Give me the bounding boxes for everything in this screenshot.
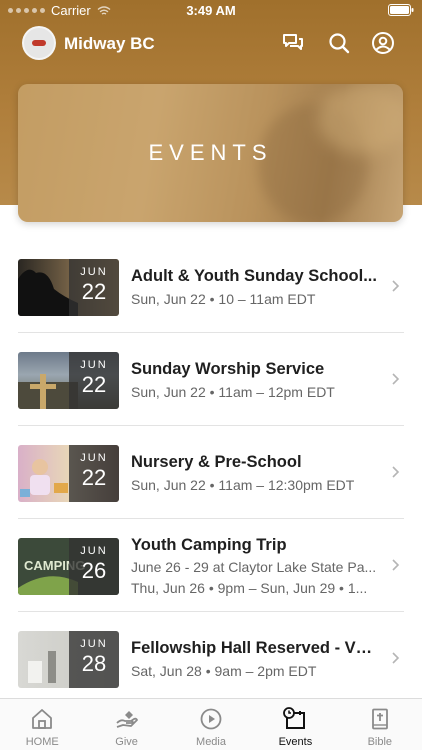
event-location: June 26 - 29 at Claytor Lake State Pa... — [131, 559, 377, 575]
tab-bar: HOME Give Media Events Bible — [0, 698, 422, 750]
logo-mark — [32, 40, 46, 46]
date-day: 22 — [81, 279, 107, 304]
tab-media[interactable]: Media — [169, 699, 253, 750]
date-month: JUN — [80, 452, 108, 464]
chat-icon[interactable] — [281, 31, 305, 55]
date-month: JUN — [80, 545, 108, 557]
church-logo-avatar[interactable] — [22, 26, 56, 60]
date-day: 28 — [81, 651, 107, 676]
chevron-right-icon — [392, 466, 400, 478]
calendar-clock-icon — [283, 707, 306, 729]
date-badge: JUN 22 — [69, 259, 119, 316]
event-title: Nursery & Pre-School — [131, 453, 302, 471]
date-day: 22 — [81, 372, 107, 397]
bible-icon — [371, 708, 388, 730]
event-row[interactable]: CAMPING JUN 26 Youth Camping Trip June 2… — [0, 519, 422, 612]
event-title: Youth Camping Trip — [131, 536, 287, 554]
search-icon[interactable] — [327, 31, 351, 55]
event-thumbnail: JUN 28 — [18, 631, 119, 688]
event-time: Sun, Jun 22 • 11am – 12pm EDT — [131, 384, 335, 400]
chevron-right-icon — [392, 373, 400, 385]
tab-label: Bible — [367, 736, 393, 748]
give-icon — [115, 711, 138, 728]
event-time: Sun, Jun 22 • 10 – 11am EDT — [131, 291, 316, 307]
status-bar: Carrier 3:49 AM — [0, 0, 422, 22]
tab-label: HOME — [25, 736, 59, 748]
tab-give[interactable]: Give — [84, 699, 168, 750]
event-title: Sunday Worship Service — [131, 360, 325, 378]
chevron-right-icon — [392, 652, 400, 664]
event-thumbnail: JUN 22 — [18, 259, 119, 316]
event-title: Fellowship Hall Reserved - VB... — [131, 639, 381, 657]
profile-icon[interactable] — [371, 31, 395, 55]
event-thumbnail: CAMPING JUN 26 — [18, 538, 119, 595]
event-row[interactable]: JUN 28 Fellowship Hall Reserved - VB... … — [0, 612, 422, 705]
event-time: Sun, Jun 22 • 11am – 12:30pm EDT — [131, 477, 355, 493]
date-badge: JUN 26 — [69, 538, 119, 595]
tab-events[interactable]: Events — [253, 699, 337, 750]
date-badge: JUN 22 — [69, 352, 119, 409]
event-thumbnail: JUN 22 — [18, 445, 119, 502]
events-list: JUN 22 Adult & Youth Sunday School... Su… — [0, 240, 422, 705]
battery-icon — [388, 4, 414, 19]
date-day: 22 — [81, 465, 107, 490]
app-bar: Midway BC — [0, 24, 422, 64]
tab-label: Events — [278, 736, 313, 748]
hero-title: EVENTS — [148, 140, 273, 165]
app-title: Midway BC — [64, 34, 155, 53]
play-icon — [200, 708, 222, 730]
event-time: Sat, Jun 28 • 9am – 2pm EDT — [131, 663, 317, 679]
date-badge: JUN 22 — [69, 445, 119, 502]
date-month: JUN — [80, 266, 108, 278]
events-hero-banner: EVENTS — [18, 84, 403, 222]
date-day: 26 — [81, 558, 107, 583]
event-time: Thu, Jun 26 • 9pm – Sun, Jun 29 • 1... — [131, 580, 368, 596]
event-row[interactable]: JUN 22 Nursery & Pre-School Sun, Jun 22 … — [0, 426, 422, 519]
status-time: 3:49 AM — [186, 3, 236, 18]
tab-home[interactable]: HOME — [0, 699, 84, 750]
event-row[interactable]: JUN 22 Adult & Youth Sunday School... Su… — [0, 240, 422, 333]
tab-label: Give — [115, 736, 138, 748]
chevron-right-icon — [392, 280, 400, 292]
date-month: JUN — [80, 638, 108, 650]
date-badge: JUN 28 — [69, 631, 119, 688]
tab-label: Media — [196, 736, 226, 748]
event-row[interactable]: JUN 22 Sunday Worship Service Sun, Jun 2… — [0, 333, 422, 426]
tab-bible[interactable]: Bible — [338, 699, 422, 750]
home-icon — [32, 709, 53, 729]
event-thumbnail: JUN 22 — [18, 352, 119, 409]
date-month: JUN — [80, 359, 108, 371]
event-title: Adult & Youth Sunday School... — [131, 267, 377, 285]
chevron-right-icon — [392, 559, 400, 571]
